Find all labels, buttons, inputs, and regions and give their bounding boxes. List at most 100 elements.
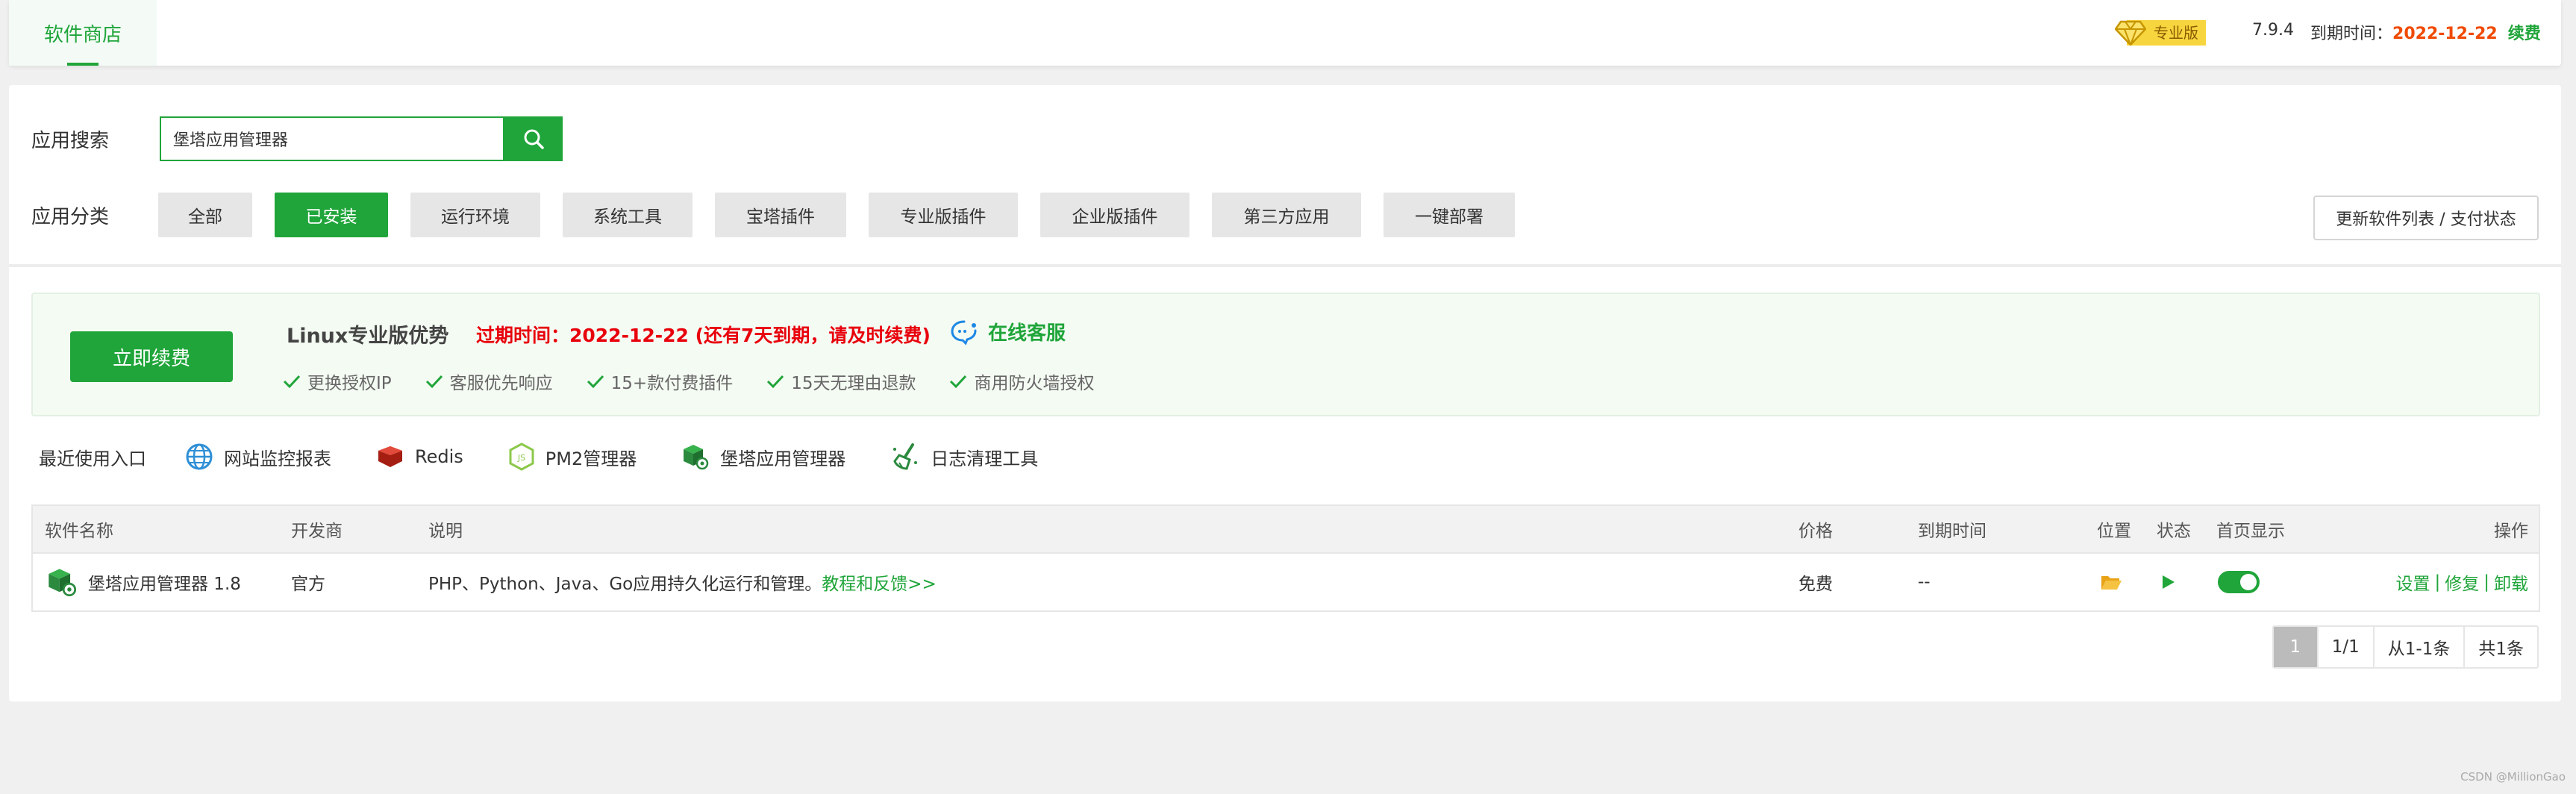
renew-now-button[interactable]: 立即续费: [70, 331, 233, 382]
globe-icon: [186, 443, 213, 470]
feature-label: 15+款付费插件: [610, 374, 734, 393]
online-service-link[interactable]: 在线客服: [949, 318, 1066, 346]
ops-separator: |: [2434, 572, 2441, 592]
cube-icon: [49, 569, 77, 597]
promo-banner: 立即续费 Linux专业版优势 过期时间：2022-12-22 (还有7天到期，…: [31, 293, 2540, 416]
tab-software-store[interactable]: 软件商店: [9, 0, 157, 66]
page-range: 从1-1条: [2372, 627, 2464, 667]
software-developer: 官方: [291, 575, 325, 594]
top-bar: 软件商店 专业版 7.9.4 到期时间：2022-12-22 续费: [9, 0, 2561, 66]
recent-item-label: PM2管理器: [545, 448, 637, 469]
recent-item-log-cleaner[interactable]: 日志清理工具: [890, 442, 1038, 472]
feature-label: 商用防火墙授权: [974, 374, 1095, 393]
refresh-list-button[interactable]: 更新软件列表 / 支付状态: [2313, 196, 2539, 240]
promo-expire-warning: 过期时间：2022-12-22 (还有7天到期，请及时续费): [476, 325, 931, 346]
broom-icon: [893, 443, 918, 470]
category-pro-plugins[interactable]: 专业版插件: [869, 193, 1018, 237]
category-third-party[interactable]: 第三方应用: [1212, 193, 1361, 237]
table-row: 堡塔应用管理器 1.8 官方 PHP、Python、Java、Go应用持久化运行…: [33, 554, 2539, 610]
row-name-cell: 堡塔应用管理器 1.8: [46, 554, 241, 610]
feature-item: 15+款付费插件: [586, 369, 734, 394]
recent-item-label: 堡塔应用管理器: [720, 448, 846, 469]
home-display-toggle-cell: [2218, 554, 2260, 610]
category-system-tools[interactable]: 系统工具: [563, 193, 693, 237]
category-runtime[interactable]: 运行环境: [410, 193, 540, 237]
header-home-display: 首页显示: [2216, 522, 2285, 541]
pagination: 1 1/1 从1-1条 共1条: [2272, 625, 2539, 669]
feature-label: 客服优先响应: [449, 374, 553, 393]
check-icon: [283, 375, 301, 389]
category-installed[interactable]: 已安装: [275, 193, 388, 237]
feature-label: 15天无理由退款: [791, 374, 916, 393]
recent-item-app-manager[interactable]: 堡塔应用管理器: [681, 443, 845, 471]
expire-date: 2022-12-22: [2392, 25, 2498, 43]
expire-label: 到期时间：: [2310, 25, 2393, 43]
software-table: 软件名称 开发商 说明 价格 到期时间 位置 状态 首页显示 操作 堡塔应用管理…: [31, 504, 2540, 612]
header-status: 状态: [2157, 522, 2191, 541]
nodejs-icon: JS: [509, 443, 534, 471]
settings-link[interactable]: 设置: [2396, 569, 2430, 595]
cube-icon: [684, 445, 709, 470]
redis-icon: [378, 446, 402, 467]
feature-label: 更换授权IP: [307, 374, 392, 393]
watermark: CSDN @MillionGao: [2460, 770, 2566, 784]
software-description: PHP、Python、Java、Go应用持久化运行和管理。 教程和反馈>>: [428, 554, 937, 610]
promo-title: Linux专业版优势: [287, 325, 449, 348]
chat-icon: [951, 320, 977, 346]
expire-info: 到期时间：2022-12-22 续费: [2310, 20, 2541, 44]
search-icon: [524, 129, 544, 149]
start-button[interactable]: [2160, 554, 2176, 610]
table-header: 软件名称 开发商 说明 价格 到期时间 位置 状态 首页显示 操作: [33, 506, 2539, 554]
header-price: 价格: [1798, 522, 1833, 541]
pro-badge[interactable]: 专业版: [2115, 19, 2206, 46]
category-enterprise-plugins[interactable]: 企业版插件: [1040, 193, 1189, 237]
recent-item-label: Redis: [415, 446, 463, 467]
recent-item-redis[interactable]: Redis: [376, 443, 463, 470]
uninstall-link[interactable]: 卸载: [2494, 569, 2528, 595]
category-one-click-deploy[interactable]: 一键部署: [1384, 193, 1515, 237]
search-input[interactable]: [173, 129, 503, 149]
online-service-label: 在线客服: [988, 322, 1066, 345]
home-display-toggle[interactable]: [2218, 571, 2260, 593]
page-current[interactable]: 1: [2273, 627, 2317, 667]
page-count: 共1条: [2463, 627, 2537, 667]
main-panel: 应用搜索 应用分类 全部 已安装 运行环境 系统工具 宝塔插件 专业版插件 企业…: [9, 85, 2561, 701]
header-location: 位置: [2097, 522, 2131, 541]
recent-item-label: 日志清理工具: [931, 448, 1039, 469]
header-description: 说明: [428, 522, 463, 541]
feature-item: 15天无理由退款: [766, 369, 916, 394]
tab-label: 软件商店: [43, 23, 122, 46]
repair-link[interactable]: 修复: [2445, 569, 2479, 595]
ops-separator: |: [2483, 572, 2489, 592]
category-bt-plugins[interactable]: 宝塔插件: [715, 193, 846, 237]
diamond-icon: [2115, 20, 2146, 46]
header-name: 软件名称: [45, 522, 113, 541]
recent-item-pm2[interactable]: JS PM2管理器: [508, 443, 637, 471]
recent-entries: 最近使用入口 网站监控报表 Redis JS PM2管理器 堡塔应用管理器 日志…: [39, 442, 1083, 472]
software-expire: --: [1918, 572, 1931, 592]
feature-item: 商用防火墙授权: [948, 369, 1094, 394]
page-total: 1/1: [2316, 627, 2373, 667]
svg-text:JS: JS: [517, 453, 525, 463]
category-row: 应用分类 全部 已安装 运行环境 系统工具 宝塔插件 专业版插件 企业版插件 第…: [31, 193, 1537, 237]
check-icon: [587, 375, 604, 389]
search-button[interactable]: [504, 116, 563, 161]
software-name: 堡塔应用管理器 1.8: [88, 575, 241, 594]
header-operations: 操作: [2494, 522, 2528, 541]
recent-label: 最近使用入口: [39, 448, 146, 469]
tab-underline: [67, 63, 99, 66]
open-folder-button[interactable]: [2100, 554, 2122, 610]
renew-link[interactable]: 续费: [2508, 25, 2541, 43]
divider: [9, 264, 2561, 267]
version-text: 7.9.4: [2252, 21, 2294, 40]
recent-item-site-monitor[interactable]: 网站监控报表: [185, 443, 331, 471]
software-price: 免费: [1798, 575, 1833, 594]
recent-item-label: 网站监控报表: [224, 448, 331, 469]
tutorial-feedback-link[interactable]: 教程和反馈>>: [822, 569, 937, 595]
search-row: 应用搜索: [31, 116, 563, 161]
category-all[interactable]: 全部: [158, 193, 252, 237]
check-icon: [425, 375, 443, 389]
feature-item: 更换授权IP: [282, 369, 392, 394]
search-label: 应用搜索: [31, 129, 110, 152]
folder-icon: [2101, 576, 2122, 590]
